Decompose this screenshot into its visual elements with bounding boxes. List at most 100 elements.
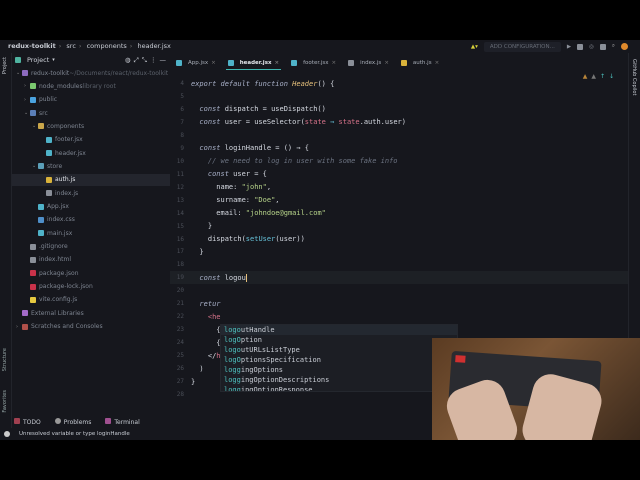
copilot-tool-button[interactable]: GitHub Copilot bbox=[631, 59, 637, 95]
search-icon[interactable]: ⌕ bbox=[612, 43, 615, 50]
expand-icon[interactable]: ⤢ bbox=[134, 56, 139, 65]
tree-item[interactable]: ⌄ components bbox=[12, 120, 170, 132]
code-line: 7 const user = useSelector(state ⇒ state… bbox=[170, 116, 628, 129]
code-token: logou bbox=[224, 273, 247, 282]
project-tool-button[interactable]: Project bbox=[2, 57, 8, 74]
inspection-widget[interactable]: ▲ ▲ ↑ ↓ bbox=[583, 73, 614, 80]
close-icon[interactable]: × bbox=[211, 60, 216, 66]
tree-item[interactable]: App.jsx bbox=[12, 201, 170, 213]
tree-item[interactable]: ⌄ redux-toolkit ~/Documents/react/redux-t… bbox=[12, 67, 170, 79]
autocomplete-item[interactable]: loggingOptions bbox=[221, 365, 457, 375]
tree-item-extra: ~/Documents/react/redux-toolkit bbox=[69, 69, 169, 77]
tab-footer-jsx[interactable]: footer.jsx × bbox=[289, 56, 338, 70]
autocomplete-match: logO bbox=[224, 336, 241, 344]
code-token: () { bbox=[317, 79, 335, 88]
line-number: 20 bbox=[176, 287, 184, 295]
tree-item[interactable]: › public bbox=[12, 94, 170, 106]
close-icon[interactable]: × bbox=[332, 60, 337, 66]
favorites-tool-button[interactable]: Favorites bbox=[2, 390, 8, 413]
line-number: 16 bbox=[176, 235, 184, 243]
code-token: </ bbox=[191, 351, 217, 360]
breadcrumb-item[interactable]: header.jsx bbox=[137, 42, 170, 50]
run-icon[interactable]: ▶ bbox=[567, 44, 571, 50]
code-token: { bbox=[191, 325, 221, 334]
tab-App-jsx[interactable]: App.jsx × bbox=[174, 56, 218, 70]
close-icon[interactable]: × bbox=[435, 60, 440, 66]
tree-item[interactable]: package-lock.json bbox=[12, 281, 170, 293]
tree-item[interactable]: footer.jsx bbox=[12, 134, 170, 146]
tree-item[interactable]: index.html bbox=[12, 254, 170, 266]
tree-item-label: auth.js bbox=[55, 176, 76, 184]
code-token: // we need to log in user with some fake… bbox=[191, 157, 398, 166]
tree-item[interactable]: index.js bbox=[12, 187, 170, 199]
tree-item-label: External Libraries bbox=[31, 309, 84, 317]
structure-tool-button[interactable]: Structure bbox=[2, 348, 8, 371]
tree-item[interactable]: main.jsx bbox=[12, 227, 170, 239]
terminal-tab[interactable]: Terminal bbox=[105, 417, 140, 426]
tree-item[interactable]: vite.config.js bbox=[12, 294, 170, 306]
close-icon[interactable]: × bbox=[384, 60, 389, 66]
update-icon[interactable] bbox=[621, 43, 628, 50]
tree-item-label: package-lock.json bbox=[39, 283, 93, 291]
code-token: dispatch( bbox=[191, 235, 246, 244]
file-icon bbox=[348, 60, 355, 66]
options-icon[interactable]: ⋮ bbox=[150, 56, 157, 64]
breadcrumb-item[interactable]: redux-toolkit bbox=[8, 42, 56, 50]
autocomplete-item[interactable]: loggingOptionDescriptions bbox=[221, 375, 457, 385]
tree-item[interactable]: ⌄ store bbox=[12, 160, 170, 172]
collapse-icon[interactable]: ⤡ bbox=[142, 56, 147, 65]
tree-item[interactable]: ⌄ src bbox=[12, 107, 170, 119]
tab-label: header.jsx bbox=[239, 59, 272, 66]
chevron-down-icon[interactable]: ▾ bbox=[52, 57, 55, 63]
tree-item-label: src bbox=[39, 109, 48, 117]
autocomplete-rest: ptionsSpecification bbox=[240, 356, 321, 364]
file-icon bbox=[30, 243, 36, 250]
code-token: .auth.user) bbox=[359, 118, 406, 127]
debug-icon[interactable] bbox=[577, 43, 584, 50]
tree-item[interactable]: header.jsx bbox=[12, 147, 170, 159]
code-token: ) bbox=[191, 364, 204, 373]
next-highlight-icon[interactable]: ↓ bbox=[609, 73, 614, 80]
tree-item[interactable]: auth.js bbox=[12, 173, 170, 186]
previous-highlight-icon[interactable]: ↑ bbox=[600, 73, 605, 80]
file-icon bbox=[291, 60, 298, 66]
tree-item[interactable]: External Libraries bbox=[12, 307, 170, 319]
autocomplete-rest: ption bbox=[240, 336, 262, 344]
problems-tab[interactable]: Problems bbox=[54, 417, 91, 426]
terminal-label: Terminal bbox=[114, 418, 140, 426]
file-icon bbox=[30, 96, 36, 103]
line-number: 12 bbox=[176, 183, 184, 191]
todo-tab[interactable]: TODO bbox=[14, 417, 41, 426]
autocomplete-item[interactable]: logOption bbox=[221, 335, 457, 345]
tree-item-label: header.jsx bbox=[55, 149, 86, 157]
breadcrumb-item[interactable]: src bbox=[66, 42, 76, 50]
code-line: 5 bbox=[170, 90, 628, 103]
code-line: 9 const loginHandle = () ⇒ { bbox=[170, 142, 628, 155]
tab-auth-js[interactable]: auth.js × bbox=[399, 56, 441, 70]
hide-icon[interactable]: — bbox=[160, 56, 167, 64]
add-configuration-button[interactable]: ADD CONFIGURATION... bbox=[483, 41, 561, 52]
locate-icon[interactable]: ◍ bbox=[125, 56, 131, 64]
autocomplete-item[interactable]: loggingOptionResponse bbox=[221, 385, 457, 391]
stop-icon[interactable] bbox=[599, 43, 606, 50]
tree-item[interactable]: package.json bbox=[12, 267, 170, 279]
autocomplete-item[interactable]: logOptionsSpecification bbox=[221, 355, 457, 365]
code-token: , bbox=[275, 196, 280, 205]
code-token: const bbox=[191, 118, 225, 127]
code-token: , bbox=[266, 183, 272, 192]
tree-item[interactable]: index.css bbox=[12, 214, 170, 226]
coverage-icon[interactable]: ◎ bbox=[589, 44, 594, 50]
autocomplete-item[interactable]: logoutHandle bbox=[221, 325, 457, 335]
project-panel-title[interactable]: Project bbox=[27, 56, 49, 64]
autocomplete-item[interactable]: logoutURLsListType bbox=[221, 345, 457, 355]
tab-header-jsx[interactable]: header.jsx × bbox=[225, 56, 282, 70]
tree-item[interactable]: › Scratches and Consoles bbox=[12, 321, 170, 333]
tab-index-js[interactable]: index.js × bbox=[346, 56, 391, 70]
breadcrumb-item[interactable]: components bbox=[87, 42, 127, 50]
tree-item[interactable]: .gitignore bbox=[12, 241, 170, 253]
close-icon[interactable]: × bbox=[275, 60, 280, 66]
line-number: 27 bbox=[176, 378, 184, 386]
tree-item[interactable]: › node_modules library root bbox=[12, 80, 170, 92]
vcs-users-icon[interactable]: ▲▾ bbox=[471, 44, 478, 50]
code-token: ⇒ bbox=[325, 118, 339, 127]
